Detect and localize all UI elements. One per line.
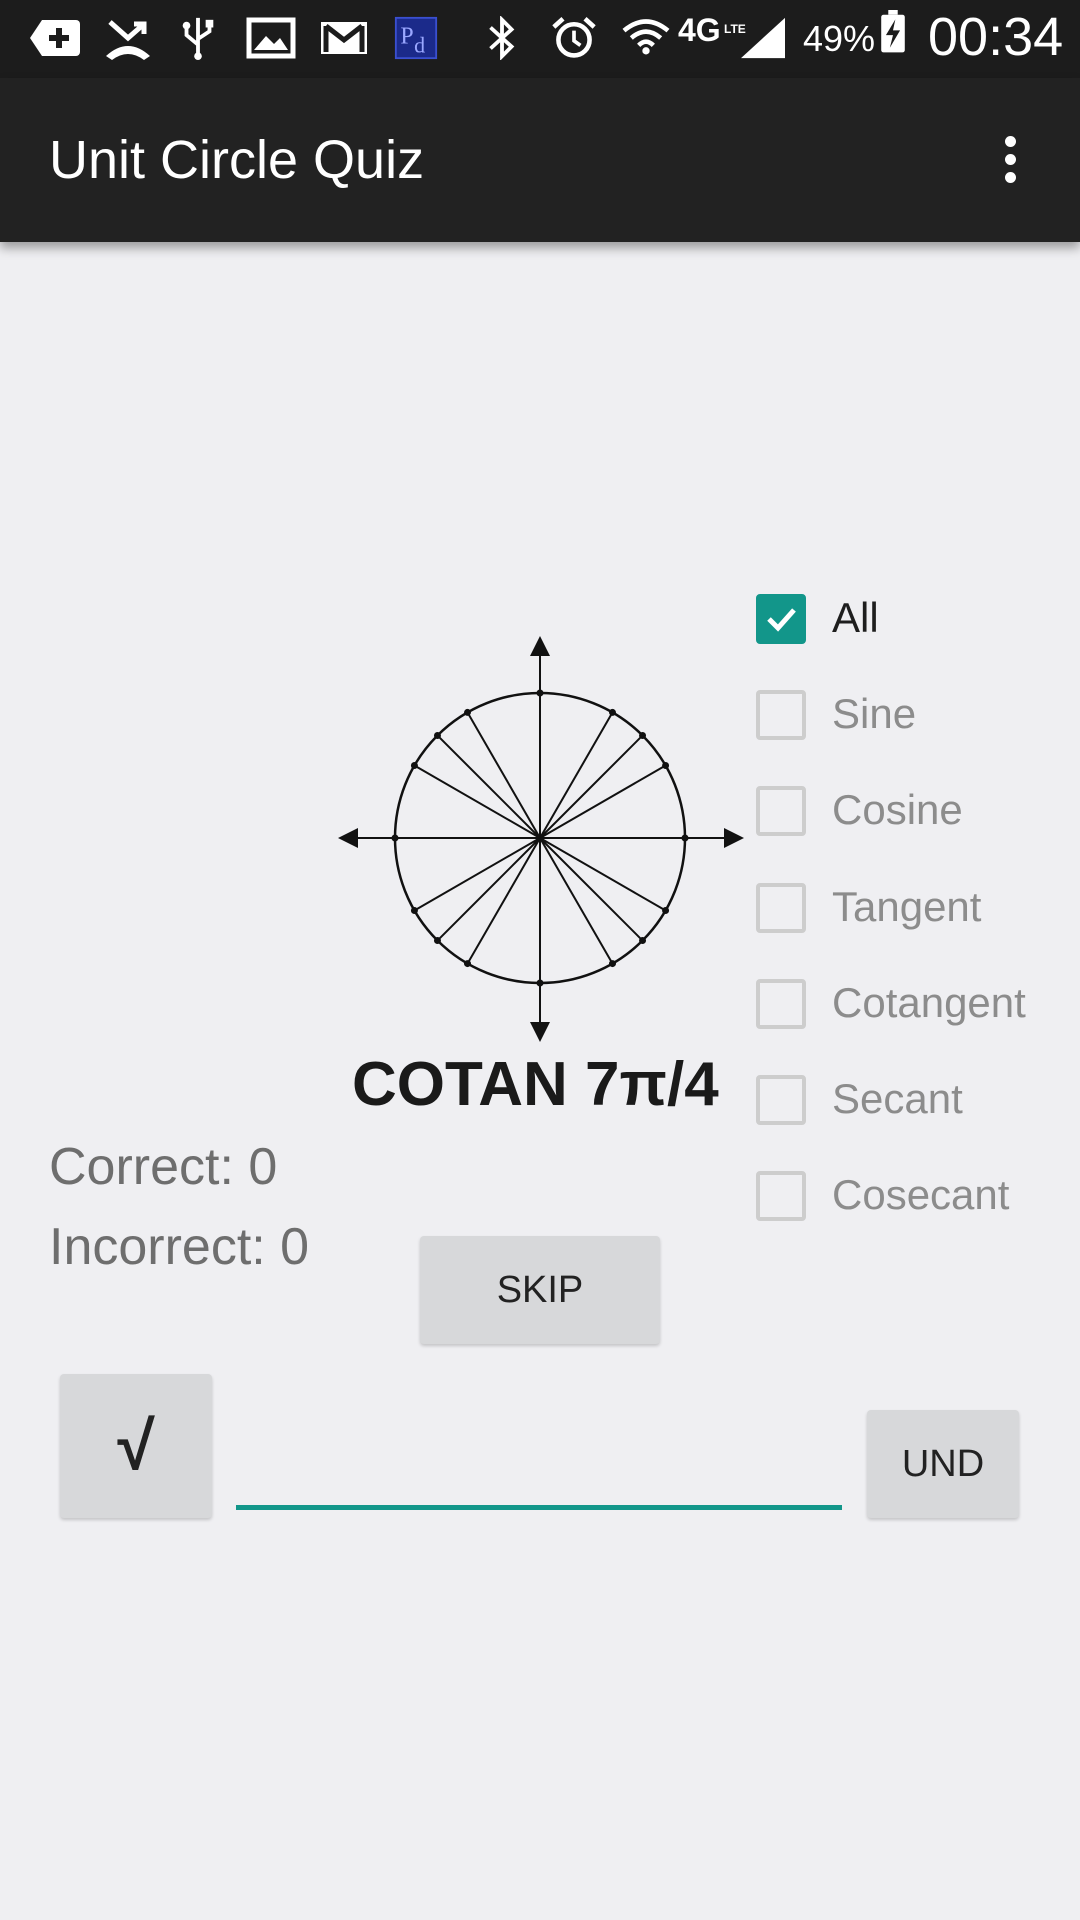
filter-label: Secant bbox=[832, 1075, 963, 1122]
answer-input[interactable] bbox=[236, 1420, 842, 1510]
filter-label: Tangent bbox=[832, 883, 982, 930]
angle-point bbox=[662, 762, 670, 769]
missed-call-icon bbox=[106, 20, 150, 60]
angle-point bbox=[639, 937, 647, 945]
image-icon bbox=[246, 17, 296, 59]
checkbox[interactable] bbox=[756, 786, 806, 836]
clock: 00:34 bbox=[928, 7, 1064, 67]
app-title: Unit Circle Quiz bbox=[49, 130, 425, 190]
filter-label: Cotangent bbox=[832, 979, 1026, 1026]
checkbox[interactable] bbox=[756, 594, 806, 644]
angle-point bbox=[391, 834, 399, 842]
unit-circle-diagram bbox=[338, 636, 744, 1042]
angle-point bbox=[609, 708, 616, 716]
angle-point bbox=[464, 708, 471, 716]
wifi-icon bbox=[622, 19, 670, 55]
question-label: COTAN 7π/4 bbox=[352, 1050, 719, 1119]
status-bar: P d 4G LTE 49% 00:34 bbox=[0, 0, 1080, 78]
angle-point bbox=[536, 979, 544, 987]
undefined-button[interactable]: UND bbox=[867, 1410, 1019, 1518]
incorrect-count: Incorrect: 0 bbox=[49, 1218, 310, 1276]
checkbox[interactable] bbox=[756, 1075, 806, 1125]
correct-count: Correct: 0 bbox=[49, 1138, 278, 1196]
angle-point bbox=[410, 907, 418, 914]
filter-label: Sine bbox=[832, 690, 917, 737]
network-type-label: 4G bbox=[678, 12, 721, 48]
filter-label: Cosine bbox=[832, 786, 963, 833]
angle-point bbox=[639, 731, 647, 739]
angle-point bbox=[410, 762, 418, 769]
sqrt-button[interactable]: √ bbox=[60, 1374, 212, 1518]
angle-point bbox=[433, 731, 441, 739]
angle-point bbox=[609, 960, 616, 968]
check-icon bbox=[767, 608, 796, 632]
svg-text:P: P bbox=[400, 24, 413, 50]
bluetooth-icon bbox=[489, 16, 515, 60]
more-vert-icon[interactable] bbox=[990, 130, 1030, 190]
angle-point bbox=[433, 937, 441, 945]
filter-label: All bbox=[832, 594, 879, 641]
checkbox[interactable] bbox=[756, 1171, 806, 1221]
alarm-icon bbox=[552, 17, 596, 58]
angle-point bbox=[662, 907, 670, 914]
checkbox[interactable] bbox=[756, 690, 806, 740]
cell-signal-icon bbox=[741, 17, 785, 59]
battery-charging-icon bbox=[881, 10, 905, 53]
checkbox[interactable] bbox=[756, 979, 806, 1029]
angle-point bbox=[464, 960, 471, 968]
pd-app-icon: P d bbox=[394, 16, 438, 60]
filter-label: Cosecant bbox=[832, 1171, 1010, 1218]
app-bar: Unit Circle Quiz bbox=[0, 78, 1080, 242]
battery-percent: 49% bbox=[803, 18, 876, 59]
svg-text:d: d bbox=[414, 33, 425, 58]
add-box-icon bbox=[30, 20, 80, 56]
usb-icon bbox=[182, 17, 214, 60]
checkbox[interactable] bbox=[756, 883, 806, 933]
skip-button[interactable]: SKIP bbox=[420, 1236, 660, 1344]
gmail-icon bbox=[321, 22, 367, 54]
angle-point bbox=[681, 834, 689, 842]
angle-point bbox=[536, 689, 544, 697]
